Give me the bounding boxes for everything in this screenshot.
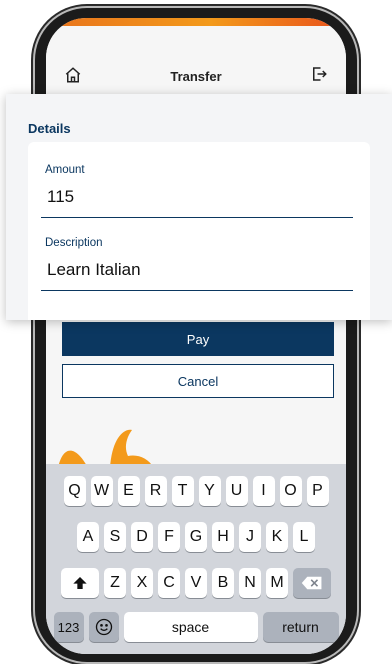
key-f[interactable]: F: [158, 522, 180, 552]
logout-button[interactable]: [308, 63, 330, 85]
details-card: Details Amount 115 Description Learn Ita…: [6, 94, 392, 320]
key-d[interactable]: D: [131, 522, 153, 552]
page-title: Transfer: [170, 69, 222, 84]
key-a[interactable]: A: [77, 522, 99, 552]
key-v[interactable]: V: [185, 568, 207, 598]
key-h[interactable]: H: [212, 522, 234, 552]
description-field[interactable]: Learn Italian: [47, 260, 141, 280]
emoji-key[interactable]: [88, 612, 119, 642]
space-key[interactable]: space: [123, 612, 258, 642]
shift-key[interactable]: [61, 568, 99, 598]
decorative-shapes: [58, 429, 154, 468]
key-y[interactable]: Y: [198, 476, 221, 506]
details-form: Amount 115 Description Learn Italian: [28, 142, 370, 320]
keyboard-row-3: Z X C V B N M: [46, 568, 346, 598]
amount-underline: [41, 217, 353, 218]
app-header: Transfer: [46, 26, 346, 96]
shift-icon: [73, 577, 87, 589]
key-o[interactable]: O: [279, 476, 302, 506]
key-e[interactable]: E: [117, 476, 140, 506]
key-g[interactable]: G: [185, 522, 207, 552]
delete-key[interactable]: [293, 568, 331, 598]
key-l[interactable]: L: [293, 522, 315, 552]
logout-icon: [313, 67, 327, 81]
key-s[interactable]: S: [104, 522, 126, 552]
description-label: Description: [45, 237, 103, 249]
details-section-title: Details: [28, 121, 71, 136]
stage: Transfer Pay Cancel Q W E R T Y U I O P …: [0, 0, 392, 664]
key-k[interactable]: K: [266, 522, 288, 552]
key-w[interactable]: W: [90, 476, 113, 506]
key-p[interactable]: P: [306, 476, 329, 506]
numbers-key[interactable]: 123: [53, 612, 84, 642]
key-t[interactable]: T: [171, 476, 194, 506]
brand-gradient-strip: [46, 18, 346, 26]
key-n[interactable]: N: [239, 568, 261, 598]
keyboard-row-2: A S D F G H J K L: [46, 522, 346, 552]
key-q[interactable]: Q: [63, 476, 86, 506]
key-x[interactable]: X: [131, 568, 153, 598]
key-u[interactable]: U: [225, 476, 248, 506]
amount-field[interactable]: 115: [47, 187, 74, 207]
emoji-icon: [95, 618, 112, 636]
key-c[interactable]: C: [158, 568, 180, 598]
keyboard-row-4: 123 space return: [46, 612, 346, 642]
on-screen-keyboard: Q W E R T Y U I O P A S D F G H J K L Z …: [46, 464, 346, 654]
keyboard-row-1: Q W E R T Y U I O P: [46, 476, 346, 506]
pay-button[interactable]: Pay: [62, 322, 334, 356]
return-key[interactable]: return: [262, 612, 339, 642]
amount-label: Amount: [45, 164, 85, 176]
key-r[interactable]: R: [144, 476, 167, 506]
key-z[interactable]: Z: [104, 568, 126, 598]
key-j[interactable]: J: [239, 522, 261, 552]
description-underline: [41, 290, 353, 291]
key-m[interactable]: M: [266, 568, 288, 598]
backspace-icon: [301, 576, 322, 590]
key-b[interactable]: B: [212, 568, 234, 598]
key-i[interactable]: I: [252, 476, 275, 506]
cancel-button[interactable]: Cancel: [62, 364, 334, 398]
